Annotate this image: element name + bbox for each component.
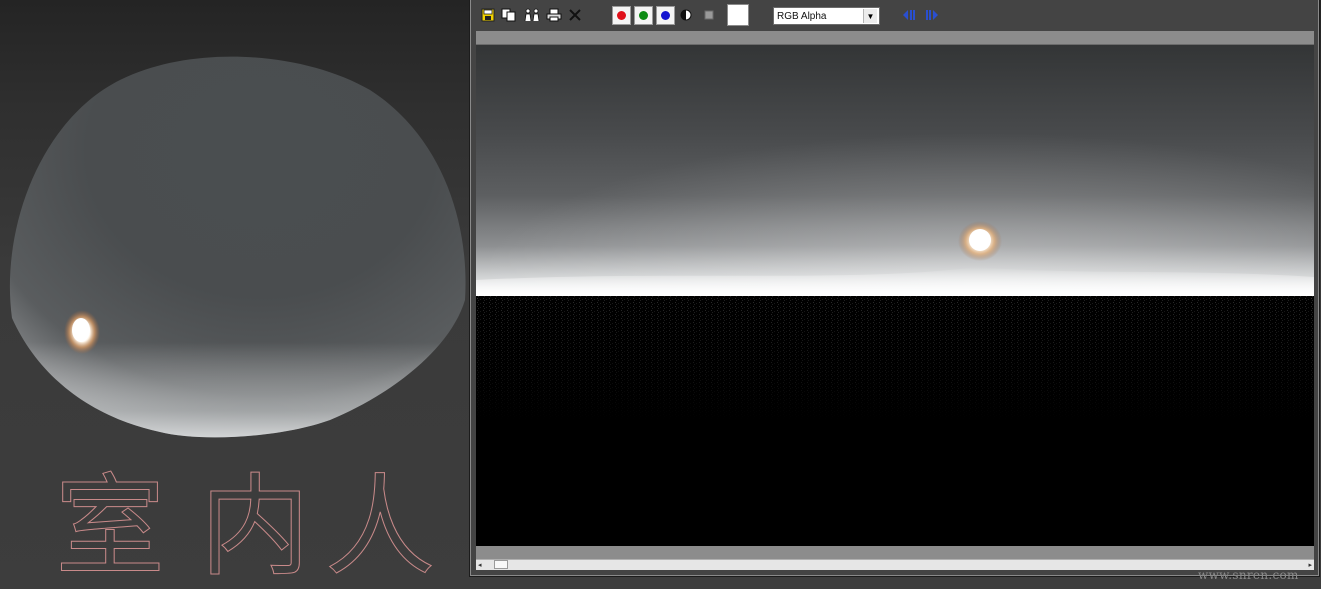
watermark-char-2: 内	[200, 463, 310, 585]
frame-buffer-top-border	[476, 31, 1314, 45]
frame-buffer-window: RGB Alpha ▼ ◂ ▸	[470, 0, 1319, 576]
clear-icon[interactable]	[567, 6, 583, 24]
previous-frame-icon[interactable]	[901, 6, 917, 24]
next-frame-icon[interactable]	[924, 6, 940, 24]
watermark-char-3: 人	[325, 463, 435, 585]
alpha-channel-icon[interactable]	[679, 6, 693, 24]
scroll-right-icon[interactable]: ▸	[1308, 561, 1312, 569]
green-channel-dot-icon	[639, 11, 648, 20]
clone-window-icon[interactable]	[500, 6, 518, 24]
red-channel-dot-icon	[617, 11, 626, 20]
watermark-outline-text: 室 内 人	[55, 463, 436, 586]
print-icon[interactable]	[545, 6, 563, 24]
frame-buffer-toolbar: RGB Alpha ▼	[471, 0, 1318, 31]
copy-channels-icon[interactable]	[522, 6, 542, 24]
dome-sky-render	[9, 56, 466, 438]
site-watermark: www.snren.com	[1198, 568, 1299, 582]
monochrome-icon[interactable]	[702, 6, 716, 24]
green-channel-button[interactable]	[634, 6, 653, 25]
blue-channel-dot-icon	[661, 11, 670, 20]
red-channel-button[interactable]	[612, 6, 631, 25]
scroll-thumb[interactable]	[494, 560, 508, 569]
viewport-3d[interactable]: 室 内 人	[0, 0, 470, 589]
color-swatch[interactable]	[727, 4, 749, 26]
hdri-sky-image	[476, 45, 1314, 546]
watermark-char-1: 室	[55, 463, 165, 585]
chevron-down-icon[interactable]: ▼	[863, 9, 877, 23]
channel-display-dropdown[interactable]: RGB Alpha ▼	[773, 7, 880, 25]
scroll-left-icon[interactable]: ◂	[478, 561, 482, 569]
rendered-image-canvas[interactable]	[476, 45, 1314, 546]
channel-display-value: RGB Alpha	[777, 10, 827, 22]
save-image-icon[interactable]	[480, 6, 496, 24]
blue-channel-button[interactable]	[656, 6, 675, 25]
horizontal-scrollbar[interactable]: ◂ ▸	[476, 559, 1314, 570]
frame-buffer-bottom-border	[476, 546, 1314, 559]
